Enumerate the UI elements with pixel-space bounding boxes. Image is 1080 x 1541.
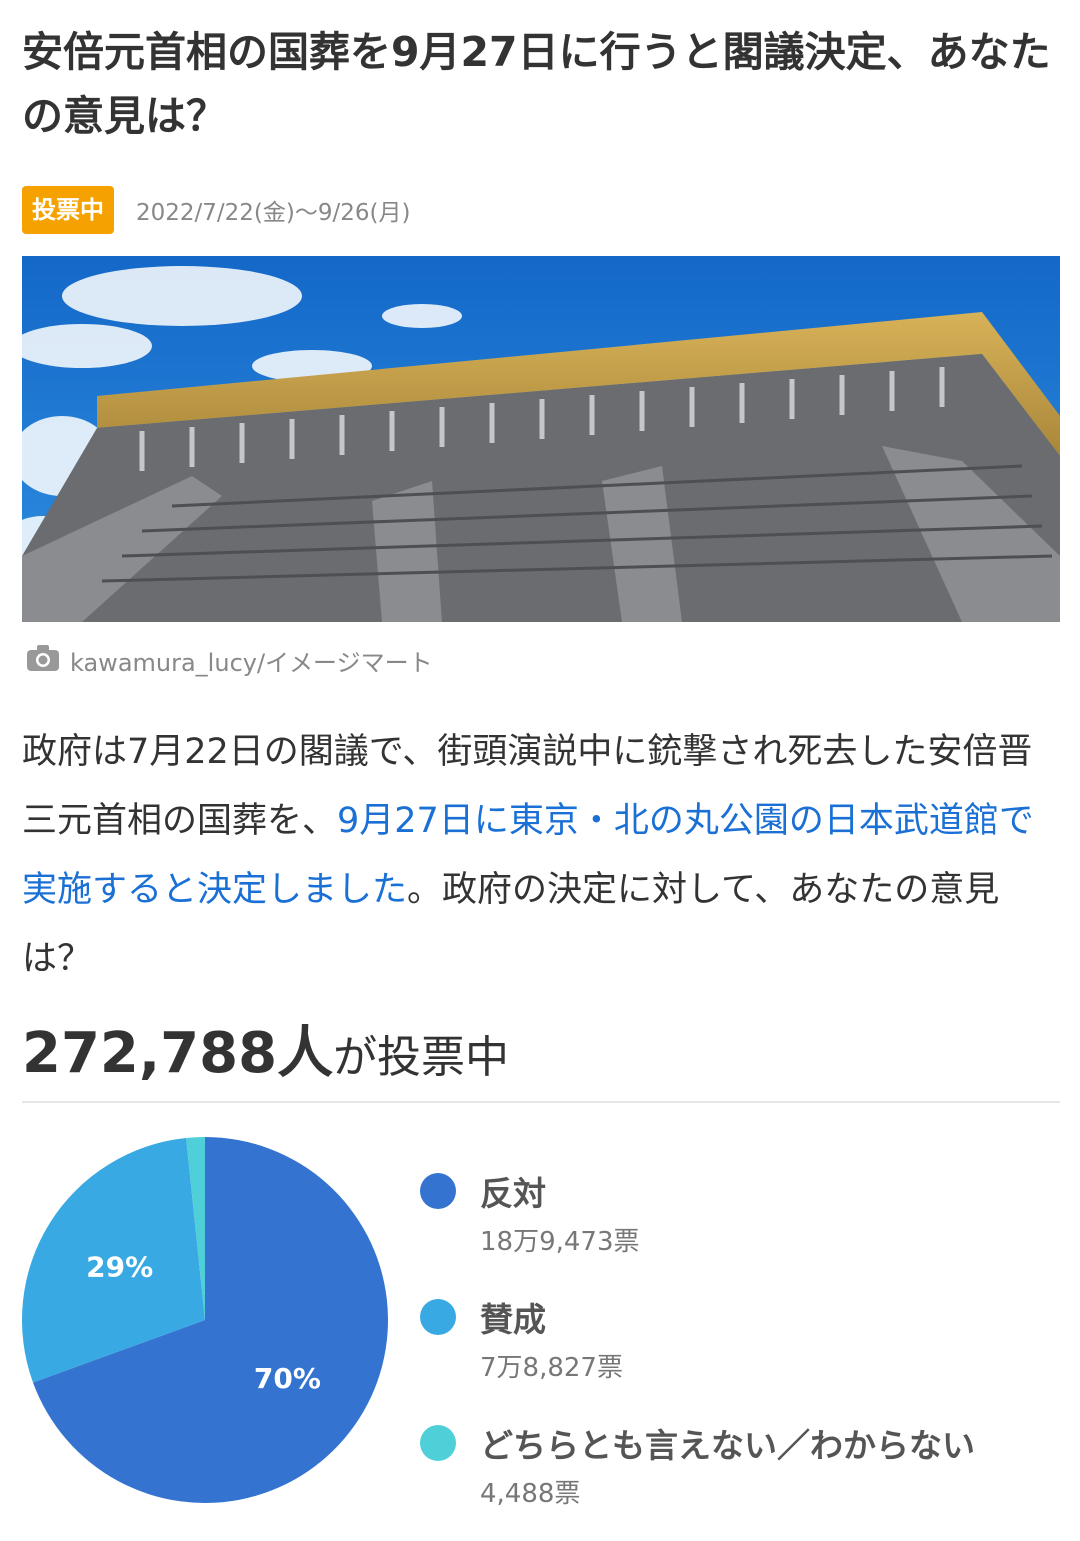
- legend-votes: 18万9,473票: [480, 1227, 640, 1257]
- status-badge: 投票中: [22, 186, 114, 234]
- hero-image: [22, 256, 1060, 622]
- divider: [22, 1101, 1060, 1103]
- poll-period: 2022/7/22(金)〜9/26(月): [136, 200, 411, 226]
- vote-legend: 反対 18万9,473票 賛成 7万8,827票 どちらとも言えない／わからない…: [420, 1163, 1060, 1541]
- pie-label-0: 70%: [254, 1362, 321, 1395]
- legend-label: 反対: [480, 1174, 546, 1213]
- pie-label-1: 29%: [86, 1251, 153, 1284]
- legend-votes: 7万8,827票: [480, 1353, 623, 1383]
- vote-pie-chart: 70% 29%: [22, 1137, 388, 1503]
- voters-suffix: が投票中: [333, 1032, 510, 1083]
- legend-dot: [420, 1425, 456, 1461]
- legend-item-oppose: 反対 18万9,473票: [420, 1163, 1060, 1289]
- legend-item-undecided: どちらとも言えない／わからない 4,488票: [420, 1415, 1060, 1541]
- camera-icon: [26, 644, 60, 676]
- legend-label: 賛成: [480, 1300, 546, 1339]
- photo-caption: kawamura_lucy/イメージマート: [26, 642, 433, 678]
- poll-meta: 投票中 2022/7/22(金)〜9/26(月): [22, 186, 410, 234]
- poll-description: 政府は7月22日の閣議で、街頭演説中に銃撃され死去した安倍晋三元首相の国葬を、9…: [22, 718, 1062, 994]
- legend-dot: [420, 1299, 456, 1335]
- legend-item-support: 賛成 7万8,827票: [420, 1289, 1060, 1415]
- photo-credit: kawamura_lucy/イメージマート: [70, 648, 433, 677]
- voters-count: 272,788人: [22, 1021, 334, 1086]
- legend-dot: [420, 1173, 456, 1209]
- voters-summary: 272,788人 が投票中: [22, 1008, 509, 1088]
- poll-title: 安倍元首相の国葬を9月27日に行うと閣議決定、あなたの意見は？: [22, 28, 1051, 140]
- legend-label: どちらとも言えない／わからない: [480, 1426, 975, 1465]
- budokan-photo: [22, 256, 1060, 622]
- legend-votes: 4,488票: [480, 1479, 581, 1509]
